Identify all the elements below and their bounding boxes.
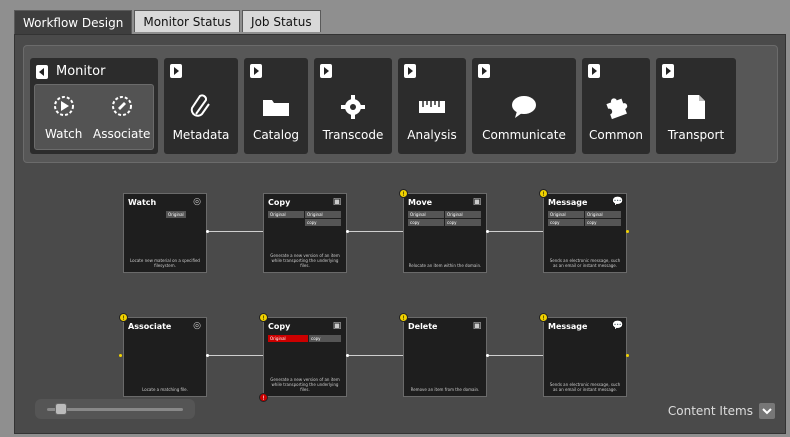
paperclip-icon — [188, 92, 214, 122]
expand-arrow-icon[interactable] — [170, 64, 182, 78]
transport-group[interactable]: Transport — [656, 58, 736, 154]
tab-workflow-design[interactable]: Workflow Design — [14, 10, 133, 34]
transport-label: Transport — [667, 128, 725, 142]
collapse-arrow-icon[interactable] — [36, 64, 48, 79]
analysis-group[interactable]: Analysis — [398, 58, 466, 154]
warning-badge: ! — [539, 189, 548, 198]
analysis-label: Analysis — [407, 128, 457, 142]
delete-icon: ▣ — [472, 321, 482, 331]
expand-arrow-icon[interactable] — [404, 64, 416, 78]
workflow-node-copy-2[interactable]: Copy ▣ Original copy Generate a new vers… — [263, 317, 347, 397]
gear-icon — [340, 92, 366, 122]
workflow-node-move[interactable]: Move ▣ Original Original copy copy Reloc… — [403, 193, 487, 273]
warning-badge: ! — [259, 313, 268, 322]
warning-badge: ! — [399, 313, 408, 322]
expand-arrow-icon[interactable] — [662, 64, 674, 78]
error-badge: ! — [259, 393, 268, 402]
workflow-design-panel: Monitor Watch Associate Metadata Catalog… — [14, 34, 786, 434]
workflow-canvas[interactable]: Watch ◎ Original Locate new material on … — [15, 173, 785, 433]
tab-monitor-status[interactable]: Monitor Status — [134, 10, 241, 32]
monitor-group: Monitor Watch Associate — [30, 58, 158, 154]
puzzle-icon — [602, 92, 630, 122]
folder-icon — [261, 92, 291, 122]
communicate-label: Communicate — [482, 128, 566, 142]
message-icon: 💬 — [612, 321, 624, 331]
action-toolbar: Monitor Watch Associate Metadata Catalog… — [23, 45, 778, 163]
message-icon: 💬 — [612, 197, 624, 207]
workflow-node-associate[interactable]: Associate ◎ Locate a matching file. — [123, 317, 207, 397]
transcode-group[interactable]: Transcode — [314, 58, 392, 154]
watch-icon: ◎ — [193, 197, 201, 207]
ruler-icon — [417, 92, 447, 122]
warning-badge: ! — [119, 313, 128, 322]
expand-arrow-icon[interactable] — [250, 64, 262, 78]
workflow-node-message-2[interactable]: Message 💬 Sends an electronic message, s… — [543, 317, 627, 397]
chevron-down-icon[interactable] — [759, 403, 775, 419]
common-label: Common — [588, 128, 644, 142]
metadata-group[interactable]: Metadata — [164, 58, 238, 154]
watch-icon — [52, 91, 76, 121]
expand-arrow-icon[interactable] — [478, 64, 490, 78]
speech-bubble-icon — [510, 92, 538, 122]
common-group[interactable]: Common — [582, 58, 650, 154]
associate-tool[interactable]: Associate — [93, 91, 150, 149]
workflow-node-watch[interactable]: Watch ◎ Original Locate new material on … — [123, 193, 207, 273]
content-items-toggle[interactable]: Content Items — [668, 403, 775, 419]
workflow-node-copy[interactable]: Copy ▣ Original Original copy Generate a… — [263, 193, 347, 273]
document-icon — [685, 92, 707, 122]
monitor-group-header[interactable]: Monitor — [36, 64, 105, 79]
copy-icon: ▣ — [332, 321, 342, 331]
warning-badge: ! — [399, 189, 408, 198]
watch-tool[interactable]: Watch — [45, 91, 82, 149]
tab-bar: Workflow Design Monitor Status Job Statu… — [14, 10, 323, 34]
tab-job-status[interactable]: Job Status — [242, 10, 321, 32]
zoom-slider-track[interactable] — [47, 408, 183, 411]
catalog-label: Catalog — [252, 128, 300, 142]
workflow-node-delete[interactable]: Delete ▣ Remove an item from the domain. — [403, 317, 487, 397]
move-icon: ▣ — [472, 197, 482, 207]
zoom-slider-thumb[interactable] — [55, 403, 67, 415]
metadata-label: Metadata — [172, 128, 230, 142]
monitor-group-title: Monitor — [56, 64, 106, 79]
copy-icon: ▣ — [332, 197, 342, 207]
transcode-label: Transcode — [322, 128, 384, 142]
workflow-node-message[interactable]: Message 💬 Original Original copy copy Se… — [543, 193, 627, 273]
content-items-label: Content Items — [667, 404, 753, 418]
associate-icon: ◎ — [193, 321, 201, 331]
expand-arrow-icon[interactable] — [588, 64, 600, 78]
monitor-tools: Watch Associate — [34, 84, 154, 150]
associate-icon — [110, 91, 134, 121]
communicate-group[interactable]: Communicate — [472, 58, 576, 154]
zoom-slider[interactable] — [35, 399, 195, 419]
warning-badge: ! — [539, 313, 548, 322]
catalog-group[interactable]: Catalog — [244, 58, 308, 154]
expand-arrow-icon[interactable] — [320, 64, 332, 78]
